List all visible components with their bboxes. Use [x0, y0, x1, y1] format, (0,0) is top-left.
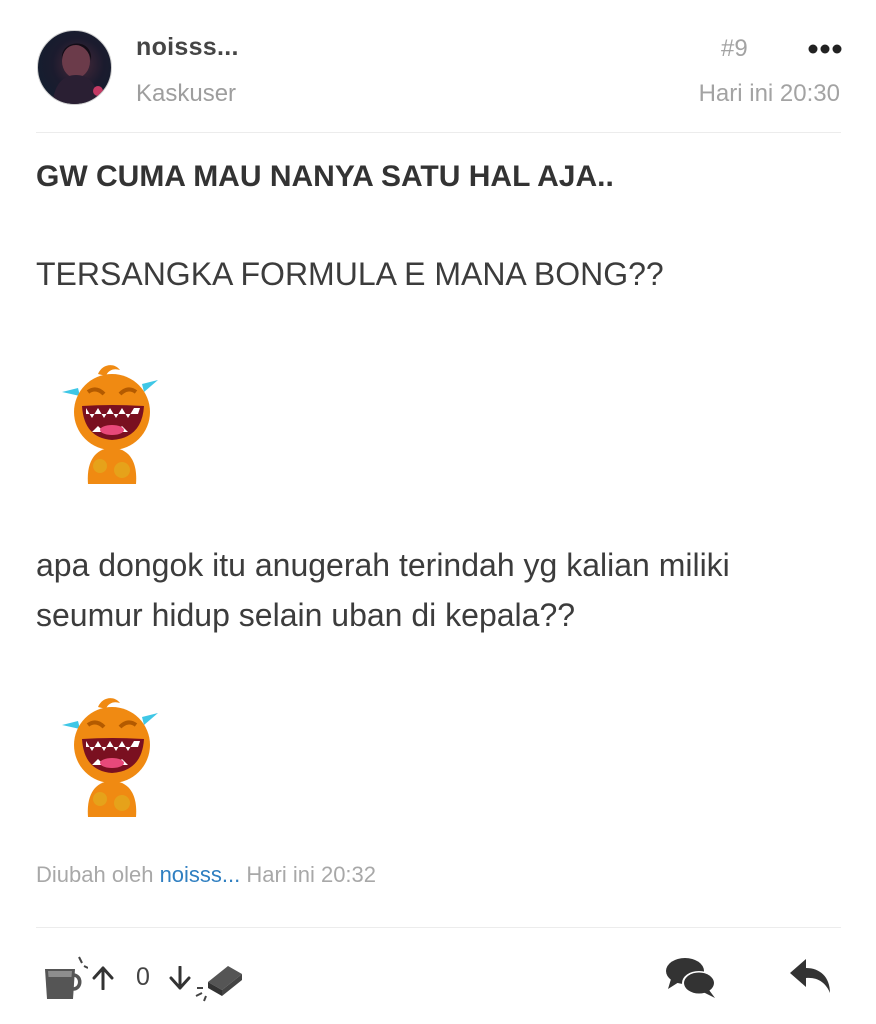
laughing-emoticon-icon — [62, 365, 158, 484]
edited-time: Hari ini 20:32 — [246, 862, 377, 887]
footer-divider — [36, 927, 841, 928]
vote-count: 0 — [136, 963, 150, 991]
more-options-icon[interactable] — [808, 42, 842, 56]
downvote-icon[interactable] — [169, 966, 191, 990]
header-divider — [36, 132, 841, 133]
edited-note: Diubah oleh noisss... Hari ini 20:32 — [36, 862, 376, 888]
post-line-1: TERSANGKA FORMULA E MANA BONG?? — [36, 256, 664, 292]
quote-icon[interactable] — [665, 955, 717, 999]
avatar-image — [52, 43, 103, 104]
laughing-emoticon-icon — [62, 698, 158, 817]
avatar[interactable] — [37, 30, 112, 105]
username[interactable]: noisss... — [136, 33, 239, 62]
post-title-line: GW CUMA MAU NANYA SATU HAL AJA.. — [36, 160, 614, 193]
cendol-icon[interactable] — [42, 955, 88, 1001]
post-number[interactable]: #9 — [721, 35, 748, 63]
reply-icon[interactable] — [788, 957, 832, 995]
post-line-2: apa dongok itu anugerah terindah yg kali… — [36, 547, 730, 633]
edited-prefix: Diubah oleh — [36, 862, 154, 887]
bata-icon[interactable] — [194, 960, 244, 1002]
upvote-icon[interactable] — [92, 966, 114, 990]
post-timestamp: Hari ini 20:30 — [698, 80, 840, 107]
edited-user-link[interactable]: noisss... — [160, 862, 241, 887]
user-rank: Kaskuser — [136, 80, 237, 107]
